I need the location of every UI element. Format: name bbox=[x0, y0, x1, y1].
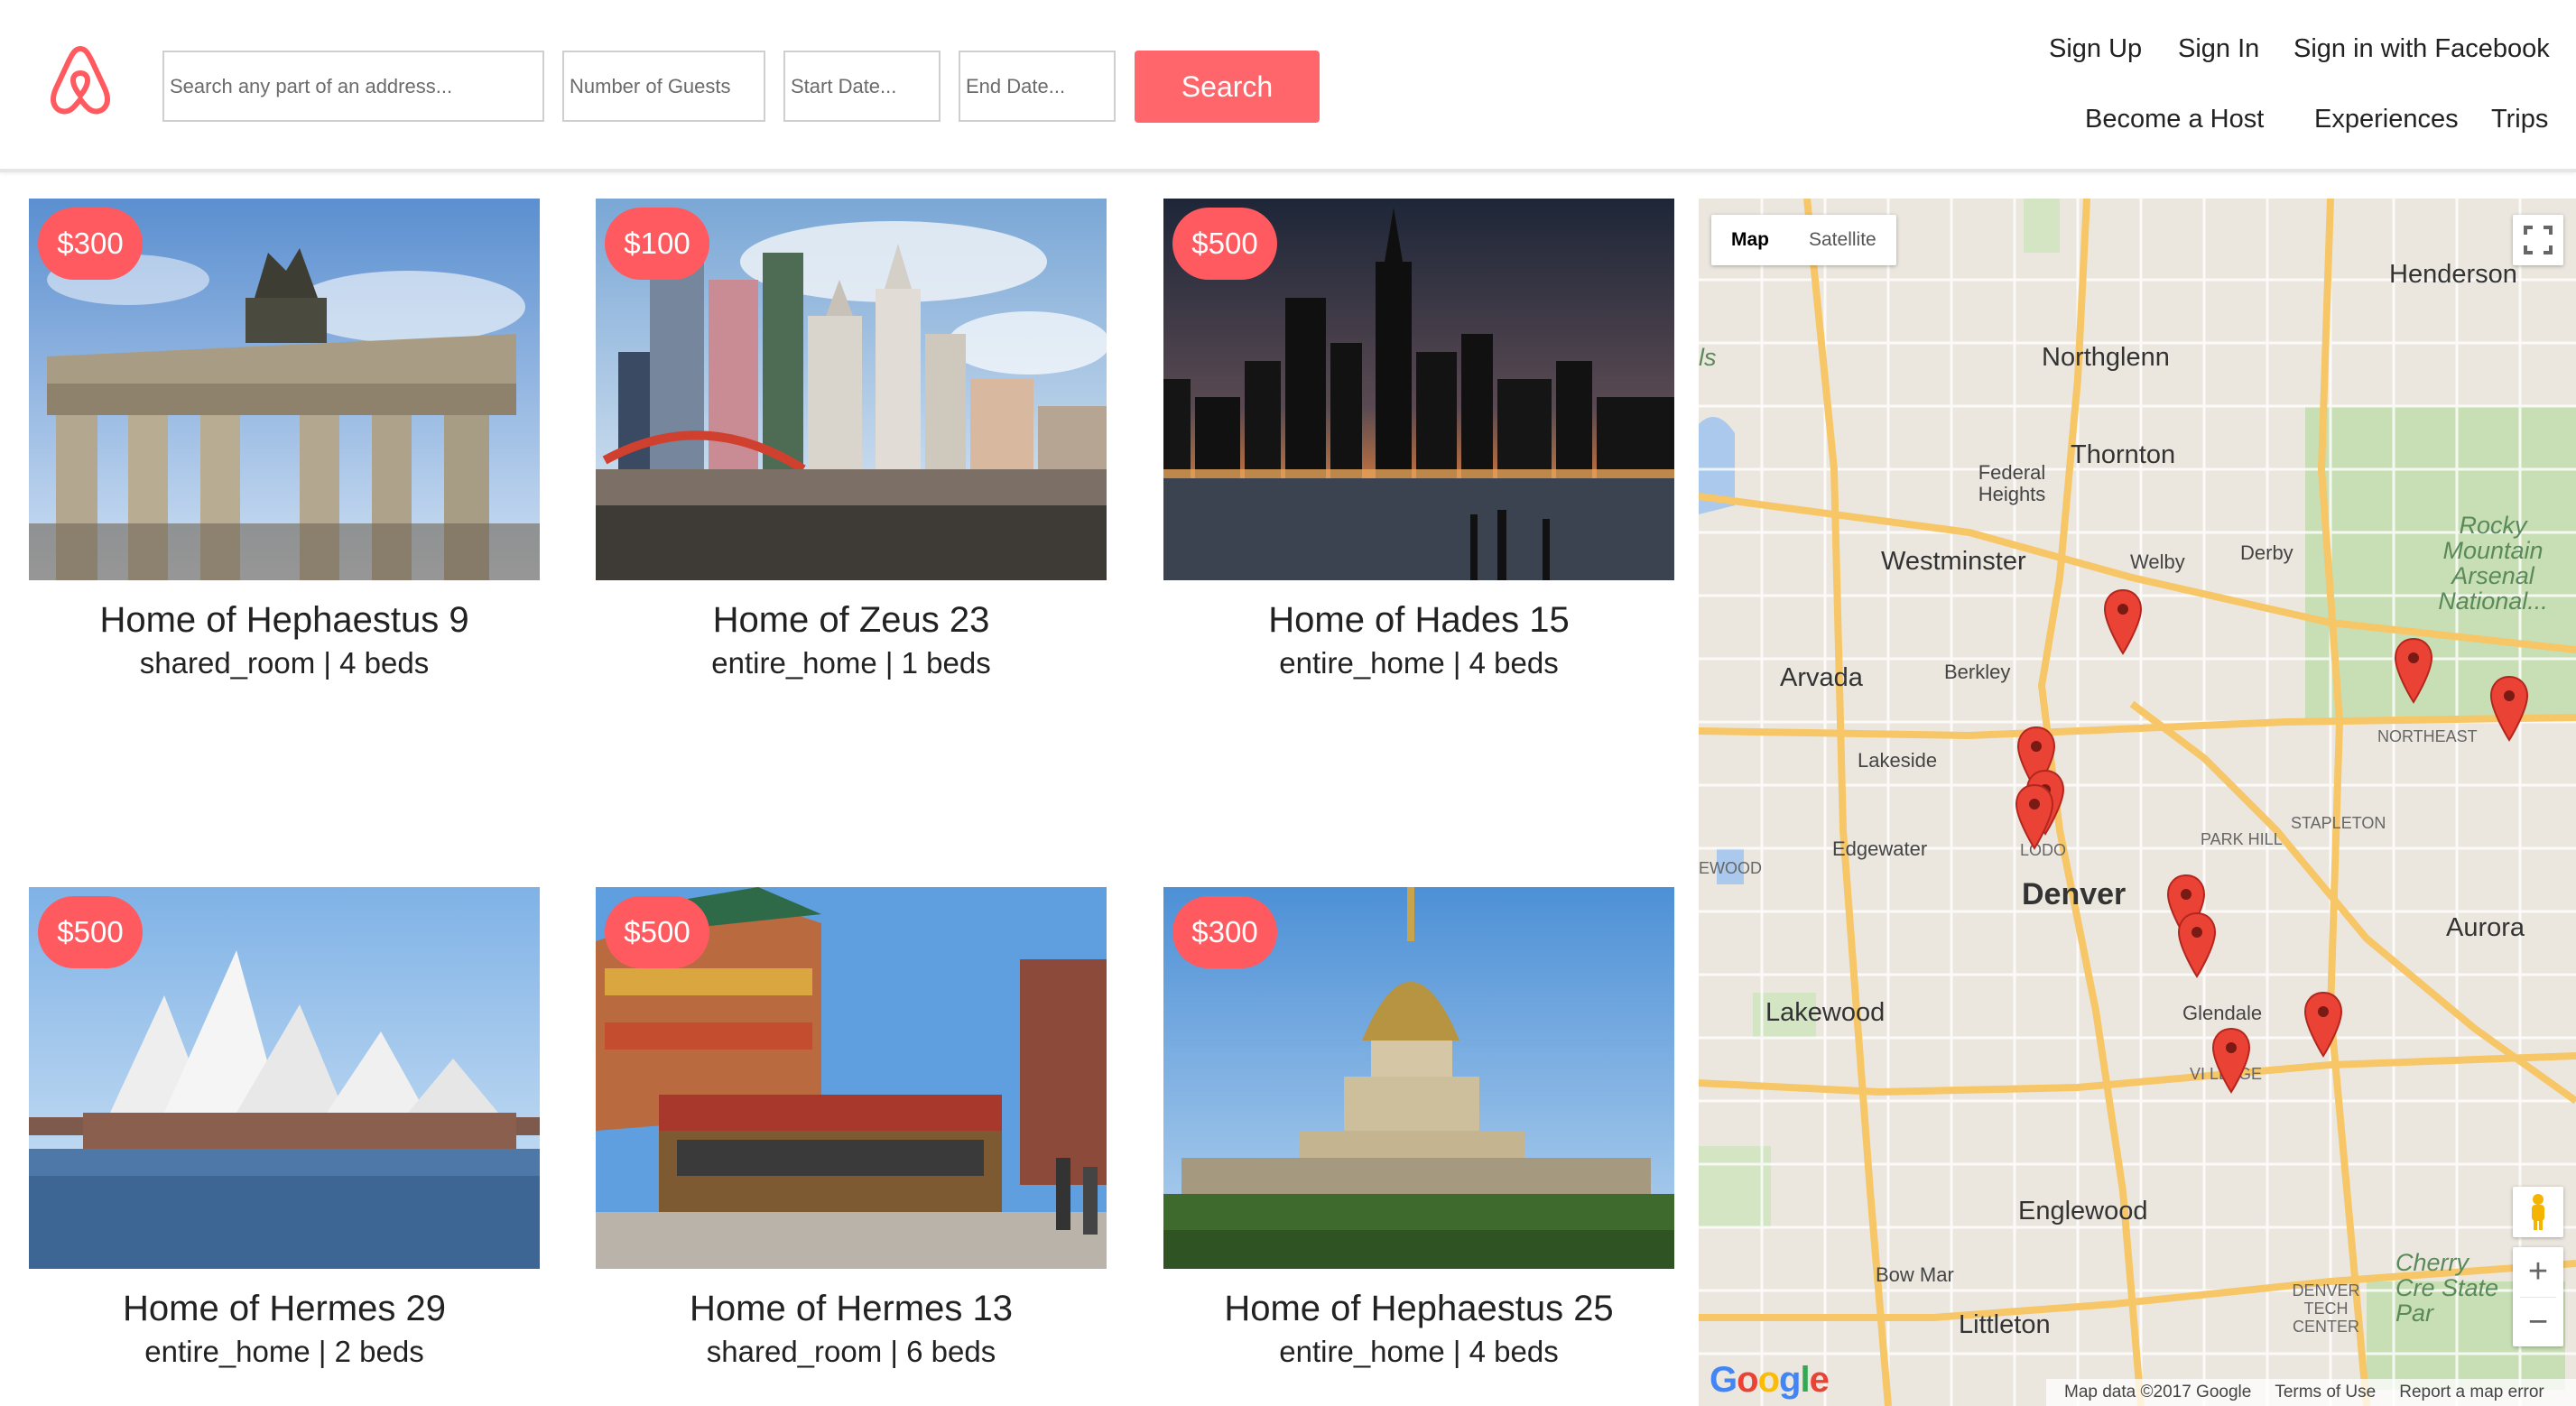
listing-title[interactable]: Home of Hermes 13 bbox=[596, 1289, 1107, 1329]
sign-in-facebook-link[interactable]: Sign in with Facebook bbox=[2293, 34, 2550, 64]
map-type-map[interactable]: Map bbox=[1711, 215, 1789, 265]
report-map-error-link[interactable]: Report a map error bbox=[2399, 1383, 2544, 1402]
search-button[interactable]: Search bbox=[1135, 51, 1320, 123]
map-label: Northglenn bbox=[2042, 343, 2170, 372]
map-label: STAPLETON bbox=[2291, 814, 2386, 832]
map-label: Edgewater bbox=[1832, 837, 1928, 860]
map-label: Rocky Mountain Arsenal National... bbox=[2438, 512, 2548, 615]
map-data-text: Map data ©2017 Google bbox=[2064, 1383, 2252, 1401]
terms-of-use-link[interactable]: Terms of Use bbox=[2275, 1383, 2376, 1402]
listings-map[interactable]: Henderson Northglenn Thornton Federal He… bbox=[1699, 199, 2576, 1406]
price-badge: $500 bbox=[1172, 208, 1277, 280]
listing-marker-icon[interactable] bbox=[2015, 783, 2054, 850]
listing-card[interactable]: $100 Home of Zeus 23 entire_home | 1 bed… bbox=[596, 199, 1107, 680]
listing-title[interactable]: Home of Hermes 29 bbox=[29, 1289, 540, 1329]
zoom-in-button[interactable]: + bbox=[2513, 1247, 2563, 1297]
listing-marker-icon[interactable] bbox=[2489, 675, 2529, 742]
map-label: DENVER TECH CENTER bbox=[2292, 1281, 2360, 1336]
map-label: Derby bbox=[2240, 541, 2293, 564]
pegman-icon bbox=[2532, 1194, 2544, 1230]
sign-up-link[interactable]: Sign Up bbox=[2049, 34, 2142, 64]
listing-card[interactable]: $300 Home of Hephaestus 9 shared_room | … bbox=[29, 199, 540, 680]
street-view-button[interactable] bbox=[2513, 1187, 2563, 1237]
listing-title[interactable]: Home of Hephaestus 9 bbox=[29, 600, 540, 641]
trips-link[interactable]: Trips bbox=[2491, 105, 2548, 134]
listing-marker-icon[interactable] bbox=[2394, 637, 2433, 704]
price-badge: $500 bbox=[605, 896, 709, 968]
listing-photo[interactable]: $300 bbox=[1163, 887, 1674, 1269]
map-type-toggle: Map Satellite bbox=[1711, 215, 1896, 265]
listing-meta: entire_home | 4 beds bbox=[1279, 1335, 1559, 1368]
listing-meta: entire_home | 2 beds bbox=[144, 1335, 424, 1368]
map-label: Denver bbox=[2022, 877, 2127, 911]
address-search-input[interactable] bbox=[162, 51, 544, 122]
listing-title[interactable]: Home of Hephaestus 25 bbox=[1163, 1289, 1674, 1329]
airbnb-logo-icon[interactable] bbox=[45, 43, 116, 117]
map-label: Lakeside bbox=[1858, 749, 1938, 772]
sign-in-link[interactable]: Sign In bbox=[2178, 34, 2259, 64]
listing-photo[interactable]: $300 bbox=[29, 199, 540, 580]
map-label: Westminster bbox=[1881, 547, 2026, 576]
map-label: EWOOD bbox=[1699, 859, 1762, 877]
map-label: Welby bbox=[2130, 550, 2185, 573]
fullscreen-icon bbox=[2524, 226, 2553, 254]
price-badge: $300 bbox=[38, 208, 143, 280]
listing-title[interactable]: Home of Hades 15 bbox=[1163, 600, 1674, 641]
listing-meta: shared_room | 6 beds bbox=[706, 1335, 996, 1368]
price-badge: $300 bbox=[1172, 896, 1277, 968]
listing-photo[interactable]: $500 bbox=[596, 887, 1107, 1269]
listing-photo[interactable]: $100 bbox=[596, 199, 1107, 580]
listing-card[interactable]: $500 Home of Hermes 13 shared_room | 6 b… bbox=[596, 887, 1107, 1369]
top-header: Search Sign Up Sign In Sign in with Face… bbox=[0, 0, 2576, 172]
guests-input[interactable] bbox=[562, 51, 765, 122]
map-label: PARK HILL bbox=[2201, 830, 2283, 848]
map-label: Thornton bbox=[2071, 440, 2176, 469]
map-label: ls bbox=[1699, 344, 1717, 371]
price-badge: $100 bbox=[605, 208, 709, 280]
listing-marker-icon[interactable] bbox=[2211, 1027, 2251, 1094]
listing-meta: shared_room | 4 beds bbox=[139, 646, 430, 680]
map-label: Federal Heights bbox=[1978, 461, 2046, 505]
map-label: Lakewood bbox=[1765, 998, 1886, 1027]
map-label: Bow Mar bbox=[1876, 1263, 1954, 1286]
listing-marker-icon[interactable] bbox=[2303, 991, 2343, 1058]
map-label: Cherry Cre State Par bbox=[2395, 1249, 2499, 1327]
price-badge: $500 bbox=[38, 896, 143, 968]
end-date-input[interactable] bbox=[959, 51, 1116, 122]
map-attribution: Map data ©2017 Google Terms of Use Repor… bbox=[2046, 1379, 2576, 1406]
become-host-link[interactable]: Become a Host bbox=[2085, 105, 2264, 134]
listing-card[interactable]: $500 Home of Hermes 29 entire_home | 2 b… bbox=[29, 887, 540, 1369]
zoom-control: + − bbox=[2513, 1247, 2563, 1346]
fullscreen-button[interactable] bbox=[2513, 215, 2563, 265]
map-label: Glendale bbox=[2182, 1002, 2263, 1024]
zoom-out-button[interactable]: − bbox=[2513, 1298, 2563, 1347]
map-label: NORTHEAST bbox=[2377, 727, 2478, 745]
map-label: Arvada bbox=[1780, 663, 1863, 692]
listing-title[interactable]: Home of Zeus 23 bbox=[596, 600, 1107, 641]
listing-meta: entire_home | 4 beds bbox=[1279, 646, 1559, 680]
listing-marker-icon[interactable] bbox=[2103, 588, 2143, 655]
google-logo[interactable]: Google bbox=[1710, 1360, 1830, 1401]
map-label: Aurora bbox=[2446, 913, 2525, 942]
map-type-satellite[interactable]: Satellite bbox=[1789, 215, 1896, 265]
map-label: Berkley bbox=[1944, 661, 2011, 683]
start-date-input[interactable] bbox=[783, 51, 941, 122]
experiences-link[interactable]: Experiences bbox=[2314, 105, 2459, 134]
listing-card[interactable]: $500 Home of Hades 15 entire_home | 4 be… bbox=[1163, 199, 1674, 680]
map-label: Englewood bbox=[2018, 1197, 2148, 1226]
listing-marker-icon[interactable] bbox=[2177, 911, 2217, 978]
listing-card[interactable]: $300 Home of Hephaestus 25 entire_home |… bbox=[1163, 887, 1674, 1369]
map-label: Henderson bbox=[2389, 260, 2517, 289]
listing-meta: entire_home | 1 beds bbox=[711, 646, 991, 680]
map-label: Littleton bbox=[1959, 1310, 2051, 1339]
listing-photo[interactable]: $500 bbox=[29, 887, 540, 1269]
listing-photo[interactable]: $500 bbox=[1163, 199, 1674, 580]
